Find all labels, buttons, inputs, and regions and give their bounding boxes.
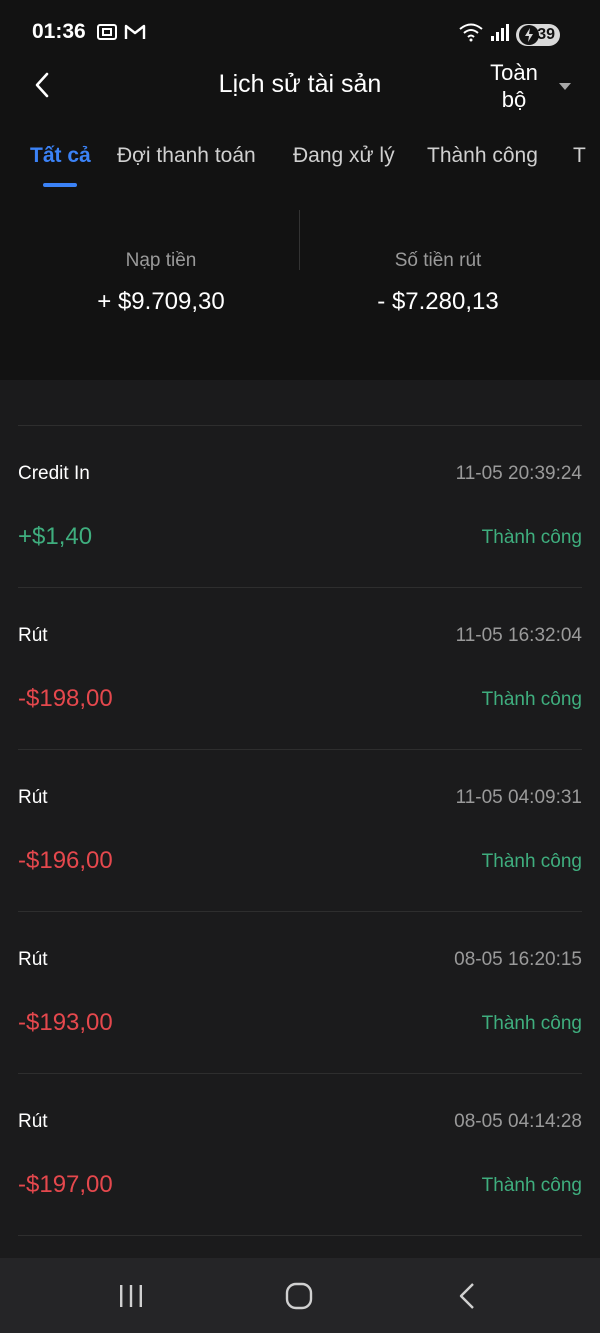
active-tab-indicator: [43, 183, 77, 187]
filter-dropdown[interactable]: Toàn bộ: [484, 59, 572, 113]
home-button[interactable]: [269, 1274, 329, 1318]
signal-icon: [490, 22, 510, 47]
back-icon: [459, 1283, 474, 1309]
transaction-status: Thành công: [481, 1013, 582, 1034]
transaction-type: Rút: [18, 625, 48, 646]
transaction-time: 11-05 04:09:31: [455, 787, 582, 808]
recent-apps-button[interactable]: [101, 1274, 161, 1318]
transaction-time: 11-05 16:32:04: [455, 625, 582, 646]
deposit-value: + $9.709,30: [97, 288, 225, 315]
tab-awaiting-payment[interactable]: Đợi thanh toán: [117, 144, 256, 168]
screenshot-icon: [96, 22, 118, 47]
tab-more[interactable]: T: [573, 144, 586, 168]
tab-processing[interactable]: Đang xử lý: [293, 144, 395, 168]
tab-all[interactable]: Tất cả: [30, 144, 91, 168]
withdraw-value: - $7.280,13: [377, 288, 499, 315]
transaction-amount: -$198,00: [18, 685, 113, 712]
transaction-type: Credit In: [18, 463, 90, 484]
wifi-icon: [458, 22, 484, 47]
header: Lịch sử tài sản Toàn bộ: [0, 55, 600, 115]
row-divider: [18, 1235, 582, 1236]
charging-bolt-icon: [519, 24, 539, 45]
transaction-time: 08-05 16:20:15: [454, 949, 582, 970]
status-icons-right: 39: [458, 22, 560, 47]
system-back-button[interactable]: [437, 1274, 497, 1318]
deposit-label: Nạp tiền: [125, 250, 197, 271]
transaction-row[interactable]: Rút 08-05 16:20:15 -$193,00 Thành công: [0, 911, 600, 1073]
transaction-status: Thành công: [481, 1175, 582, 1196]
transaction-row[interactable]: Rút 08-05 04:14:28 -$197,00 Thành công: [0, 1073, 600, 1235]
status-icons-left: [96, 22, 146, 47]
transaction-row[interactable]: Credit In 11-05 20:39:24 +$1,40 Thành cô…: [0, 425, 600, 587]
deposit-summary: Nạp tiền + $9.709,30: [11, 210, 311, 316]
gmail-icon: [124, 22, 146, 47]
transaction-row[interactable]: Rút 11-05 16:32:04 -$198,00 Thành công: [0, 587, 600, 749]
caret-down-icon: [559, 83, 571, 90]
withdraw-summary: Số tiền rút - $7.280,13: [288, 210, 588, 316]
withdraw-label: Số tiền rút: [394, 250, 482, 271]
battery-level: 39: [537, 25, 555, 43]
transaction-amount: -$196,00: [18, 847, 113, 874]
transaction-amount: -$193,00: [18, 1009, 113, 1036]
transaction-row[interactable]: Rút 11-05 04:09:31 -$196,00 Thành công: [0, 749, 600, 911]
transaction-type: Rút: [18, 949, 48, 970]
battery-icon: 39: [516, 23, 560, 46]
recent-apps-icon: [120, 1285, 142, 1307]
filter-label: Toàn bộ: [490, 60, 538, 112]
status-tabs: Tất cả Đợi thanh toán Đang xử lý Thành c…: [0, 140, 600, 190]
transaction-type: Rút: [18, 787, 48, 808]
transaction-status: Thành công: [481, 851, 582, 872]
transaction-amount: +$1,40: [18, 523, 93, 550]
transaction-type: Rút: [18, 1111, 48, 1132]
status-time: 01:36: [32, 20, 86, 43]
summary-panel: Nạp tiền + $9.709,30 Số tiền rút - $7.28…: [0, 210, 600, 340]
tab-success[interactable]: Thành công: [427, 144, 538, 168]
home-icon: [285, 1282, 313, 1310]
transaction-status: Thành công: [481, 689, 582, 710]
transaction-status: Thành công: [481, 527, 582, 548]
transaction-amount: -$197,00: [18, 1171, 113, 1198]
transaction-time: 08-05 04:14:28: [454, 1111, 582, 1132]
transaction-time: 11-05 20:39:24: [455, 463, 582, 484]
system-navigation-bar: [0, 1258, 600, 1333]
